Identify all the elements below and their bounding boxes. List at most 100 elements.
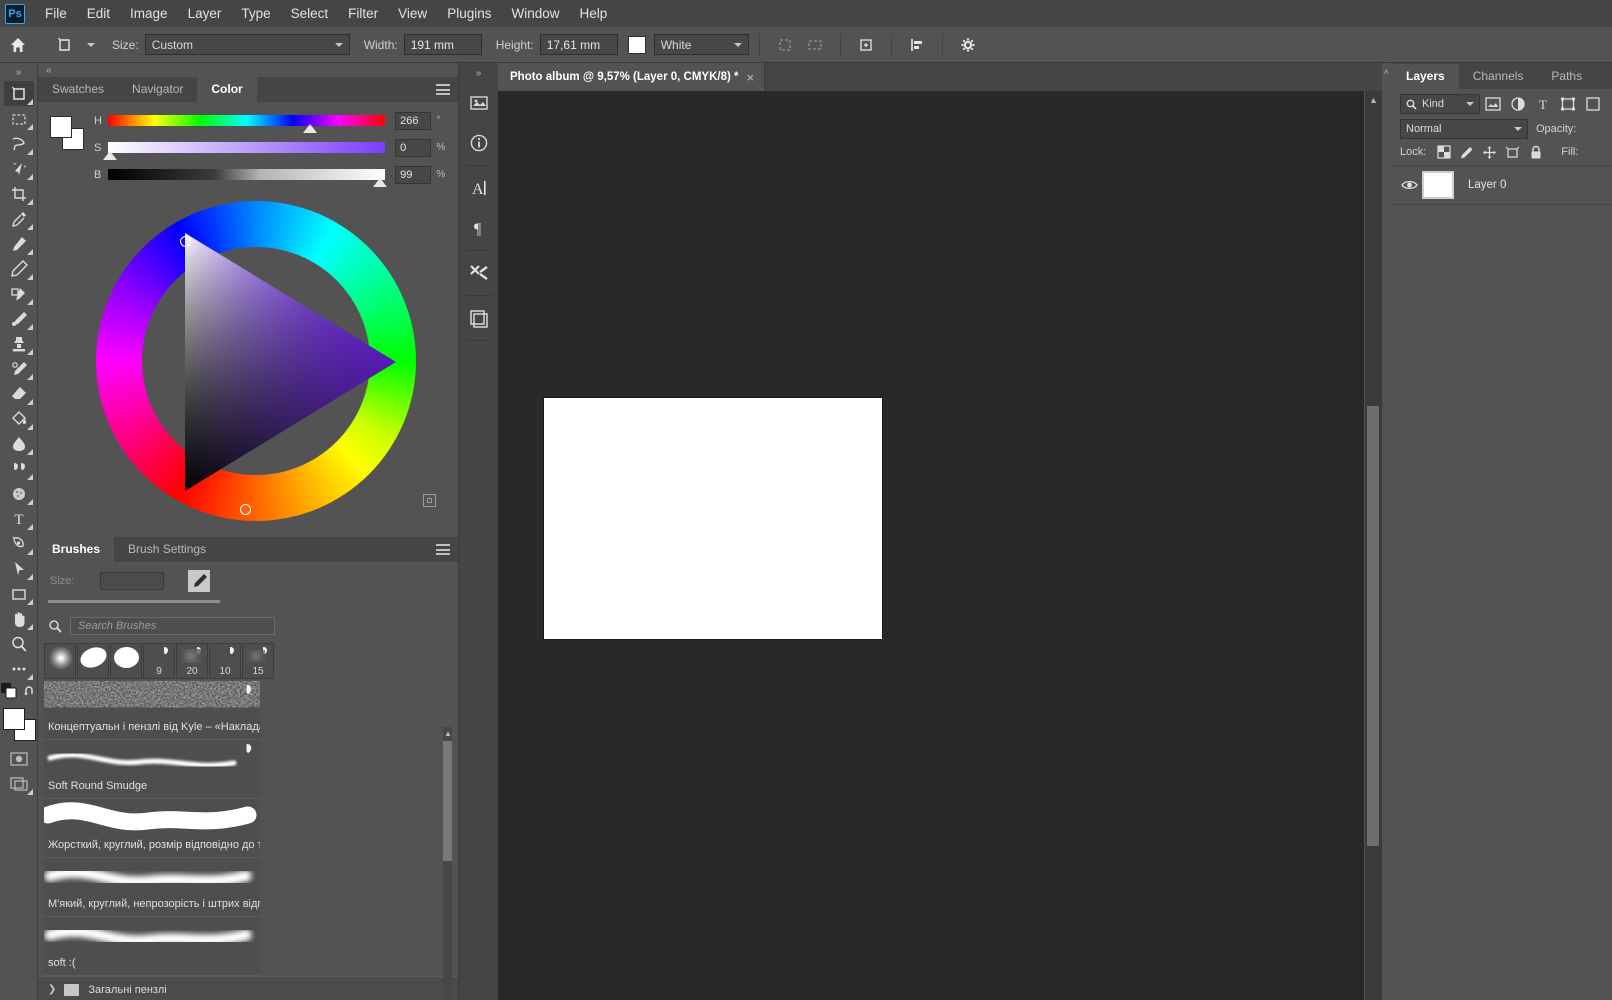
swap-colors-icon[interactable] (23, 684, 37, 703)
tool-eyedropper[interactable] (4, 206, 34, 231)
menu-edit[interactable]: Edit (77, 3, 120, 24)
panel-menu-icon[interactable] (436, 84, 450, 95)
tool-options-caret-icon[interactable] (84, 42, 98, 47)
tool-eraser[interactable] (4, 381, 34, 406)
tool-clone-source[interactable] (4, 281, 34, 306)
menu-select[interactable]: Select (281, 3, 339, 24)
brush-preset-15[interactable]: 15 (242, 643, 274, 679)
tool-type[interactable]: T (4, 506, 34, 531)
canvas-vertical-scrollbar[interactable]: ▲ (1365, 91, 1382, 1000)
list-item[interactable]: М'який, круглий, непрозорість і штрих ві… (44, 858, 260, 917)
tab-brushes[interactable]: Brushes (38, 537, 115, 562)
lock-transparent-pixels-icon[interactable] (1432, 141, 1455, 163)
list-item[interactable]: Soft Round Smudge (44, 740, 260, 799)
brightness-slider-thumb[interactable] (372, 178, 387, 187)
brush-size-input[interactable] (100, 572, 164, 590)
menu-file[interactable]: File (35, 3, 77, 24)
tool-lasso[interactable] (4, 131, 34, 156)
tool-crop[interactable] (4, 181, 34, 206)
foreground-color-swatch[interactable] (2, 708, 25, 730)
tool-presets-icon[interactable] (459, 253, 499, 293)
scrollbar-thumb[interactable] (1367, 406, 1379, 846)
size-select[interactable]: Custom (144, 34, 350, 55)
tool-smudge[interactable] (4, 456, 34, 481)
tool-dodge[interactable] (4, 481, 34, 506)
tool-marquee[interactable] (4, 106, 34, 131)
brush-size-slider[interactable] (48, 600, 220, 603)
close-icon[interactable]: × (747, 70, 755, 85)
lock-image-pixels-icon[interactable] (1455, 141, 1478, 163)
scrollbar-thumb[interactable] (443, 741, 452, 861)
brush-group-row[interactable]: ❯ Загальні пензлі (38, 976, 458, 1000)
panel-menu-icon[interactable] (436, 544, 450, 555)
layer-name[interactable]: Layer 0 (1468, 179, 1506, 191)
screen-mode-button[interactable] (4, 771, 34, 796)
canvas-workspace[interactable] (498, 91, 1364, 1000)
settings-gear-icon[interactable] (953, 32, 983, 58)
tab-color[interactable]: Color (197, 77, 257, 102)
background-color-swatch[interactable] (627, 35, 646, 54)
color-swatches[interactable] (2, 708, 36, 741)
tool-paint-bucket[interactable] (4, 406, 34, 431)
tool-brush[interactable] (4, 306, 34, 331)
tab-swatches[interactable]: Swatches (38, 77, 118, 102)
pixel-filter-icon[interactable] (1480, 93, 1505, 115)
info-icon[interactable] (459, 123, 499, 163)
quick-mask-button[interactable] (4, 746, 34, 771)
align-icon[interactable] (902, 32, 932, 58)
list-item[interactable]: Жорсткий, круглий, розмір відповідно до … (44, 799, 260, 858)
menu-view[interactable]: View (388, 3, 437, 24)
list-item[interactable]: Концептуальн і пензлі від Kyle – «Наклад… (44, 681, 260, 740)
brush-preset-9[interactable]: 9 (143, 643, 175, 679)
scroll-up-arrow-icon[interactable]: ▲ (444, 729, 452, 738)
hue-wheel-marker-secondary[interactable] (240, 504, 251, 515)
layer-thumbnail[interactable] (1422, 171, 1454, 199)
menu-filter[interactable]: Filter (338, 3, 388, 24)
width-input[interactable]: 191 mm (403, 34, 482, 55)
tab-navigator[interactable]: Navigator (118, 77, 197, 102)
brush-preset-round[interactable] (110, 643, 142, 679)
menu-image[interactable]: Image (120, 3, 178, 24)
collapse-toolbar-icon[interactable]: » (0, 63, 38, 81)
chevron-right-icon[interactable]: ❯ (48, 984, 56, 995)
saturation-slider[interactable] (103, 142, 386, 160)
expand-corner-icon[interactable] (423, 494, 436, 507)
brush-preset-soft-round[interactable] (44, 643, 76, 679)
eye-icon[interactable] (1398, 179, 1420, 191)
new-artboard-icon[interactable] (851, 32, 881, 58)
tool-object-selection[interactable] (4, 156, 34, 181)
menu-plugins[interactable]: Plugins (437, 3, 501, 24)
brush-list-scrollbar[interactable]: ▲ (443, 727, 452, 1000)
brush-preset-20[interactable]: 20 (176, 643, 208, 679)
collapse-right-dock-icon[interactable]: ^ (1384, 69, 1389, 80)
brush-preset-oval[interactable] (77, 643, 109, 679)
expand-rail-icon[interactable]: » (459, 63, 498, 83)
canvas-artboard[interactable] (544, 398, 882, 639)
scroll-up-arrow-icon[interactable]: ▲ (1369, 95, 1378, 105)
tool-path-selection[interactable] (4, 556, 34, 581)
more-tools-button[interactable] (4, 656, 34, 681)
smart-object-filter-icon[interactable] (1580, 93, 1605, 115)
tool-spot-healing[interactable] (4, 231, 34, 256)
list-item[interactable]: soft :( (44, 917, 260, 976)
search-brushes-input[interactable]: Search Brushes (70, 617, 275, 635)
menu-type[interactable]: Type (231, 3, 280, 24)
tab-paths[interactable]: Paths (1537, 64, 1596, 89)
adjustment-filter-icon[interactable] (1505, 93, 1530, 115)
layer-comps-icon[interactable] (459, 298, 499, 338)
document-tab[interactable]: Photo album @ 9,57% (Layer 0, CMYK/8) * … (498, 63, 766, 91)
tool-hand[interactable] (4, 606, 34, 631)
brush-preview-icon[interactable] (188, 570, 210, 592)
layer-filter-kind-select[interactable]: Kind (1400, 94, 1480, 114)
type-filter-icon[interactable]: T (1530, 93, 1555, 115)
paragraph-icon[interactable]: ¶ (459, 208, 499, 248)
table-row[interactable]: Layer 0 (1392, 165, 1612, 205)
blend-mode-select[interactable]: Normal (1400, 118, 1528, 139)
tool-zoom[interactable] (4, 631, 34, 656)
lock-all-icon[interactable] (1524, 141, 1547, 163)
home-icon[interactable] (0, 27, 36, 63)
hue-slider-thumb[interactable] (303, 124, 318, 133)
tab-brush-settings[interactable]: Brush Settings (114, 537, 220, 562)
tool-blur[interactable] (4, 431, 34, 456)
background-select[interactable]: White (653, 34, 749, 55)
